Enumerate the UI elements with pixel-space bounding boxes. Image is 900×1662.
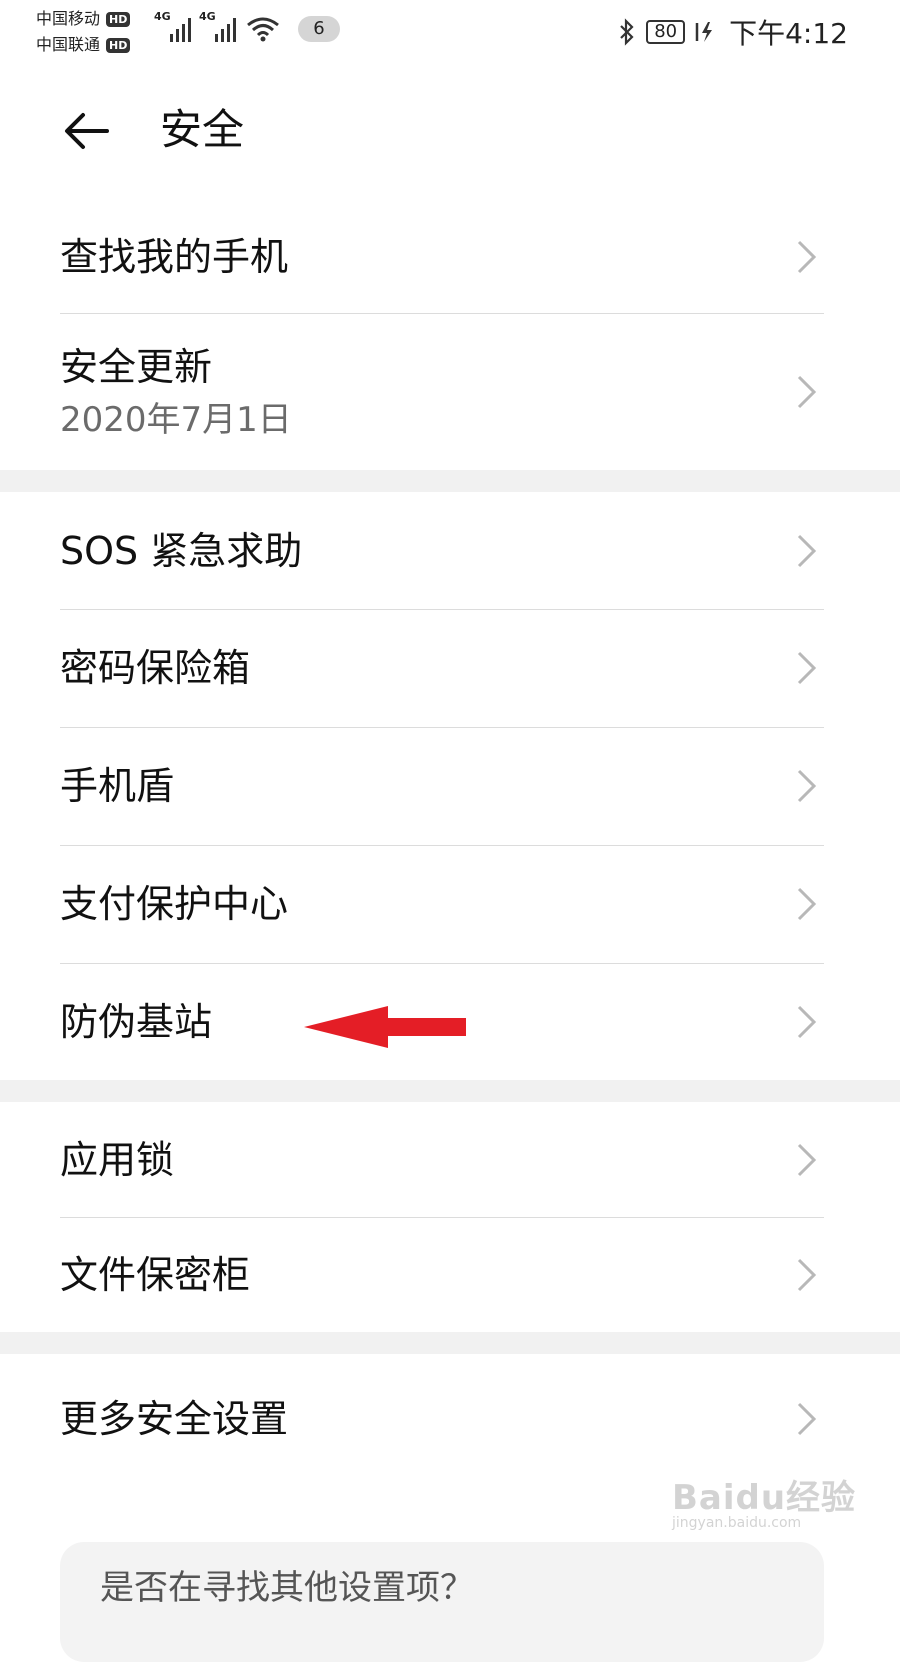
settings-group-1: 查找我的手机 安全更新 2020年7月1日 xyxy=(0,200,900,470)
item-label: 安全更新 xyxy=(60,345,213,389)
app-lock-item[interactable]: 应用锁 xyxy=(0,1102,900,1217)
settings-group-3: 应用锁 文件保密柜 xyxy=(0,1102,900,1332)
security-update-item[interactable]: 安全更新 2020年7月1日 xyxy=(0,314,900,470)
card-text: 是否在寻找其他设置项？ xyxy=(100,1568,474,1608)
charging-icon xyxy=(695,22,713,42)
carrier-2: 中国联通 xyxy=(36,35,101,54)
item-label: 文件保密柜 xyxy=(60,1252,251,1297)
battery-indicator: 80 xyxy=(646,20,686,44)
group-separator xyxy=(0,1080,900,1102)
more-security-settings-item[interactable]: 更多安全设置 xyxy=(0,1354,900,1484)
chevron-right-icon xyxy=(797,769,817,803)
clock: 下午4:12 xyxy=(729,17,848,50)
chevron-right-icon xyxy=(797,1258,817,1291)
chevron-right-icon xyxy=(797,1143,817,1176)
item-subtitle: 2020年7月1日 xyxy=(60,400,292,440)
signal-icon: 4G xyxy=(199,10,236,42)
item-label: 手机盾 xyxy=(60,764,175,808)
password-vault-item[interactable]: 密码保险箱 xyxy=(0,609,900,727)
chevron-right-icon xyxy=(797,887,817,921)
network-type-label: 4G xyxy=(199,10,216,23)
carrier-info: 中国移动 HD 中国联通 HD xyxy=(36,6,131,58)
phone-shield-item[interactable]: 手机盾 xyxy=(0,727,900,845)
item-label: 密码保险箱 xyxy=(60,646,251,690)
payment-protection-item[interactable]: 支付保护中心 xyxy=(0,845,900,963)
signal-indicators: 4G 4G xyxy=(154,10,280,42)
chevron-right-icon xyxy=(797,534,817,567)
item-label: SOS 紧急求助 xyxy=(60,528,303,573)
wifi-icon xyxy=(247,17,279,42)
item-label: 防伪基站 xyxy=(60,999,213,1044)
settings-group-2: SOS 紧急求助 密码保险箱 手机盾 支付保护中心 防伪基站 xyxy=(0,492,900,1080)
signal-icon: 4G xyxy=(154,10,191,42)
chevron-right-icon xyxy=(797,1402,817,1436)
watermark-logo-text: Baidu经验 xyxy=(672,1478,857,1518)
group-separator xyxy=(0,1332,900,1354)
annotation-arrow-icon xyxy=(304,1006,466,1048)
app-header: 安全 xyxy=(0,80,900,180)
carrier-1: 中国移动 xyxy=(36,9,101,28)
group-separator xyxy=(0,470,900,492)
item-label: 应用锁 xyxy=(60,1137,175,1182)
chevron-right-icon xyxy=(797,1005,817,1038)
item-label: 查找我的手机 xyxy=(60,235,289,279)
chevron-right-icon xyxy=(797,375,817,409)
status-bar: 中国移动 HD 中国联通 HD 4G 4G 6 80 下午4:12 xyxy=(0,0,900,60)
network-type-label: 4G xyxy=(154,10,171,23)
file-safe-item[interactable]: 文件保密柜 xyxy=(0,1217,900,1332)
sos-emergency-item[interactable]: SOS 紧急求助 xyxy=(0,492,900,609)
settings-group-4: 更多安全设置 xyxy=(0,1354,900,1484)
hd-badge: HD xyxy=(106,37,131,53)
chevron-right-icon xyxy=(797,651,817,685)
notification-count-badge: 6 xyxy=(298,16,340,42)
arrow-left-icon xyxy=(65,113,109,149)
find-other-settings-card[interactable]: 是否在寻找其他设置项？ xyxy=(60,1542,824,1662)
hd-badge: HD xyxy=(106,11,131,27)
item-label: 更多安全设置 xyxy=(60,1397,289,1441)
bluetooth-icon xyxy=(620,18,634,46)
back-button[interactable] xyxy=(60,104,114,158)
chevron-right-icon xyxy=(797,240,817,274)
baidu-watermark-logo: Baidu经验 jingyan.baidu.com xyxy=(672,1470,872,1550)
page-title: 安全 xyxy=(160,105,245,154)
find-my-phone-item[interactable]: 查找我的手机 xyxy=(0,200,900,314)
item-label: 支付保护中心 xyxy=(60,882,289,926)
